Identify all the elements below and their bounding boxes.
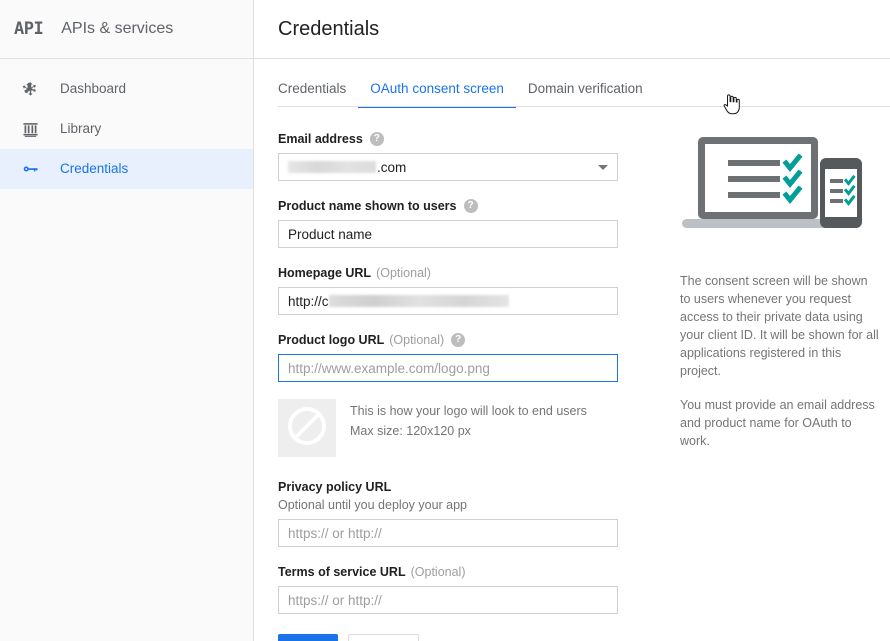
consent-screen-form: Email address ? .com Product name shown …	[278, 131, 620, 641]
laptop-and-phone-checklist-illustration	[680, 131, 880, 246]
product-name-label: Product name shown to users ?	[278, 198, 620, 214]
tab-label: Domain verification	[527, 81, 643, 96]
label-text: Homepage URL	[278, 266, 372, 280]
homepage-url-label: Homepage URL (Optional)	[278, 265, 620, 281]
help-icon[interactable]: ?	[463, 199, 478, 213]
sidebar-item-credentials[interactable]: Credentials	[0, 149, 253, 189]
field-terms-of-service-url: Terms of service URL (Optional) https://…	[278, 564, 620, 614]
logo-preview-line1: This is how your logo will look to end u…	[350, 404, 587, 418]
library-icon	[18, 117, 42, 141]
terms-of-service-url-label: Terms of service URL (Optional)	[278, 564, 620, 580]
key-icon	[18, 157, 42, 181]
label-text: Product logo URL	[278, 333, 385, 347]
field-privacy-policy-url: Privacy policy URL Optional until you de…	[278, 479, 620, 547]
privacy-policy-subtext: Optional until you deploy your app	[278, 498, 468, 512]
optional-tag: (Optional)	[410, 565, 466, 579]
privacy-policy-url-label: Privacy policy URL	[278, 479, 620, 495]
app-root: API APIs & services Dashboard Library Cr…	[0, 0, 890, 641]
terms-of-service-url-input[interactable]: https:// or http://	[278, 586, 618, 614]
email-address-select[interactable]: .com	[278, 153, 618, 181]
tabs-divider	[278, 106, 890, 107]
help-icon[interactable]: ?	[451, 333, 466, 347]
field-product-logo-url: Product logo URL (Optional) ? http://www…	[278, 332, 620, 382]
logo-preview-texts: This is how your logo will look to end u…	[350, 399, 587, 441]
cancel-button[interactable]: Cancel	[348, 634, 419, 641]
sidebar-nav: Dashboard Library Credentials	[0, 59, 253, 189]
tab-list: Credentials OAuth consent screen Domain …	[278, 81, 890, 108]
help-icon[interactable]: ?	[369, 132, 384, 146]
tab-label: Credentials	[278, 81, 347, 96]
sidebar-item-label: Credentials	[60, 161, 129, 177]
save-button[interactable]: Save	[278, 634, 339, 641]
sidebar-item-library[interactable]: Library	[0, 109, 253, 149]
logo-preview-line2: Max size: 120x120 px	[350, 424, 471, 438]
dashboard-icon	[18, 77, 42, 101]
homepage-url-prefix: http://c	[288, 293, 329, 309]
redacted-email-text	[288, 161, 376, 173]
chevron-down-icon	[598, 165, 608, 170]
logo-preview: This is how your logo will look to end u…	[278, 399, 620, 457]
sidebar-header: API APIs & services	[0, 0, 253, 59]
product-name-input[interactable]: Product name	[278, 220, 618, 248]
tabs-container: Credentials OAuth consent screen Domain …	[254, 59, 890, 115]
info-paragraph-2: You must provide an email address and pr…	[680, 398, 875, 448]
privacy-policy-url-input[interactable]: https:// or http://	[278, 519, 618, 547]
label-text: Privacy policy URL	[278, 480, 392, 494]
main-header: Credentials	[254, 0, 890, 59]
email-domain-suffix: .com	[377, 159, 407, 175]
label-text: Terms of service URL	[278, 565, 406, 579]
field-email-address: Email address ? .com	[278, 131, 620, 181]
redacted-homepage-text	[328, 295, 509, 307]
content-area: Email address ? .com Product name shown …	[254, 107, 890, 641]
logo-placeholder-box	[278, 399, 336, 457]
email-address-label: Email address ?	[278, 131, 620, 147]
app-title: APIs & services	[61, 20, 174, 37]
tab-label: OAuth consent screen	[370, 81, 504, 96]
label-text: Email address	[278, 132, 363, 146]
page-title: Credentials	[278, 17, 380, 40]
field-homepage-url: Homepage URL (Optional) http://c	[278, 265, 620, 315]
tab-domain-verification[interactable]: Domain verification	[516, 81, 655, 107]
info-panel: The consent screen will be shown to user…	[680, 131, 880, 641]
product-logo-url-input[interactable]: http://www.example.com/logo.png	[278, 354, 618, 382]
tab-credentials[interactable]: Credentials	[278, 81, 358, 107]
no-entry-icon	[286, 405, 328, 452]
homepage-url-input[interactable]: http://c	[278, 287, 618, 315]
field-product-name: Product name shown to users ? Product na…	[278, 198, 620, 248]
info-paragraph-1: The consent screen will be shown to user…	[680, 274, 879, 378]
main-panel: Credentials Credentials OAuth consent sc…	[254, 0, 890, 641]
form-actions: Save Cancel	[278, 634, 620, 641]
api-logo: API	[14, 19, 44, 39]
sidebar-item-label: Dashboard	[60, 81, 127, 97]
sidebar-item-dashboard[interactable]: Dashboard	[0, 69, 253, 109]
label-text: Product name shown to users	[278, 199, 457, 213]
optional-tag: (Optional)	[389, 333, 445, 347]
sidebar-item-label: Library	[60, 121, 102, 137]
optional-tag: (Optional)	[376, 266, 431, 280]
product-logo-url-label: Product logo URL (Optional) ?	[278, 332, 620, 348]
tab-oauth-consent-screen[interactable]: OAuth consent screen	[358, 81, 516, 108]
sidebar: API APIs & services Dashboard Library Cr…	[0, 0, 254, 641]
